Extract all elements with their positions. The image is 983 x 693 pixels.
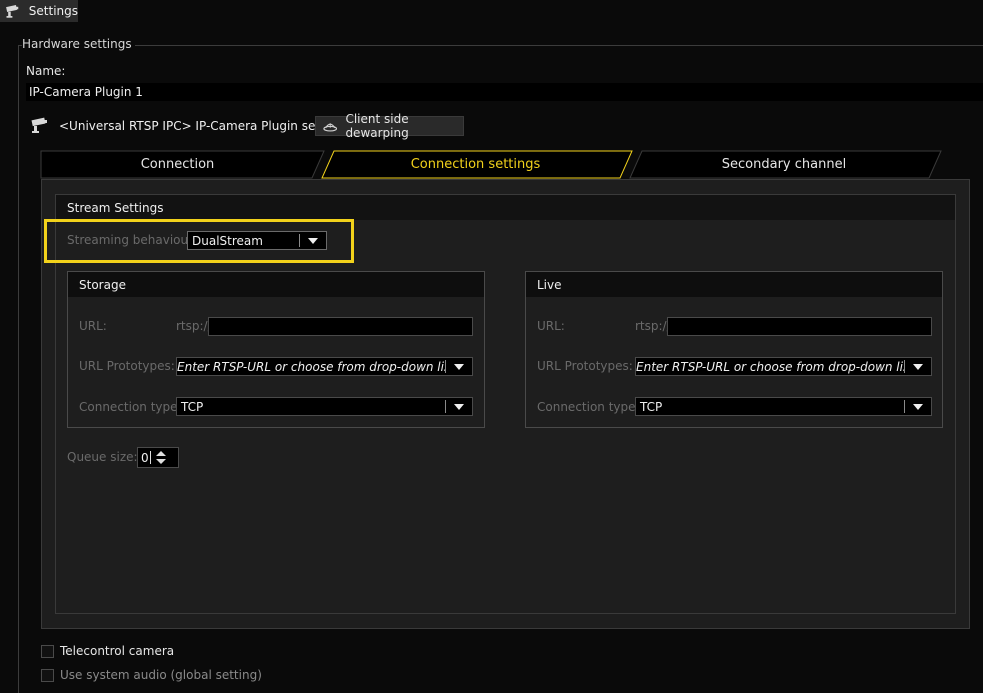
tab-connection[interactable]: Connection (40, 157, 315, 172)
group-title: Hardware settings (22, 37, 135, 51)
name-field[interactable]: IP-Camera Plugin 1 (26, 83, 983, 101)
system-audio-label: Use system audio (global setting) (60, 668, 262, 682)
live-title: Live (526, 272, 942, 297)
live-url-label: URL: (537, 319, 565, 333)
stream-settings-title: Stream Settings (56, 195, 955, 220)
live-connection-type-value: TCP (640, 399, 663, 414)
telecontrol-checkbox[interactable] (41, 644, 54, 658)
camera-icon (6, 4, 19, 18)
tab-connection-settings[interactable]: Connection settings (327, 157, 624, 172)
live-prototypes-label: URL Prototypes: (537, 359, 633, 373)
dewarp-icon (323, 123, 338, 132)
telecontrol-label: Telecontrol camera (60, 644, 175, 658)
queue-size-label: Queue size: (67, 450, 138, 464)
name-label: Name: (26, 64, 66, 78)
chevron-down-icon[interactable] (905, 398, 931, 415)
storage-connection-type-select[interactable]: TCP (176, 397, 473, 416)
camera-icon (31, 117, 47, 133)
live-prototypes-value: Enter RTSP-URL or choose from drop-down … (636, 359, 904, 374)
system-audio-checkbox[interactable] (41, 668, 54, 682)
stepper-buttons (156, 451, 166, 464)
storage-connection-type-label: Connection type: (79, 400, 182, 414)
telecontrol-camera-option[interactable]: Telecontrol camera (41, 644, 174, 658)
storage-url-label: URL: (79, 319, 107, 333)
queue-size-stepper[interactable]: 0 (137, 447, 179, 468)
chevron-down-icon[interactable] (446, 398, 472, 415)
live-connection-type-select[interactable]: TCP (635, 397, 932, 416)
client-side-dewarping-button[interactable]: Client side dewarping (315, 112, 464, 140)
highlight-frame (44, 219, 354, 263)
tab-secondary-channel[interactable]: Secondary channel (635, 157, 933, 172)
tab-bar: Connection Connection settings Secondary… (40, 150, 970, 179)
chevron-down-icon[interactable] (156, 459, 166, 464)
live-prototypes-select[interactable]: Enter RTSP-URL or choose from drop-down … (635, 357, 932, 376)
system-audio-option[interactable]: Use system audio (global setting) (41, 668, 262, 682)
queue-size-value[interactable]: 0 (138, 451, 150, 465)
group-border-left (18, 45, 19, 693)
live-connection-type-label: Connection type: (537, 400, 640, 414)
live-url-input[interactable] (667, 317, 932, 336)
storage-url-input[interactable] (208, 317, 473, 336)
storage-prototypes-select[interactable]: Enter RTSP-URL or choose from drop-down … (176, 357, 473, 376)
plugin-header: <Universal RTSP IPC> IP-Camera Plugin se… (28, 115, 350, 137)
storage-title: Storage (68, 272, 484, 297)
storage-connection-type-value: TCP (181, 399, 204, 414)
window-title: Settings (28, 4, 78, 18)
chevron-up-icon[interactable] (156, 451, 166, 456)
chevron-down-icon[interactable] (446, 358, 472, 375)
plugin-label: <Universal RTSP IPC> IP-Camera Plugin se… (59, 119, 350, 133)
storage-prototypes-value: Enter RTSP-URL or choose from drop-down … (177, 359, 445, 374)
text-caret (150, 451, 151, 464)
group-border (18, 45, 983, 46)
dewarp-button-label: Client side dewarping (345, 112, 409, 140)
chevron-down-icon[interactable] (905, 358, 931, 375)
storage-prototypes-label: URL Prototypes: (79, 359, 175, 373)
storage-url-prefix: rtsp:// (176, 319, 212, 333)
title-bar: Settings (0, 0, 78, 22)
live-url-prefix: rtsp:// (635, 319, 671, 333)
